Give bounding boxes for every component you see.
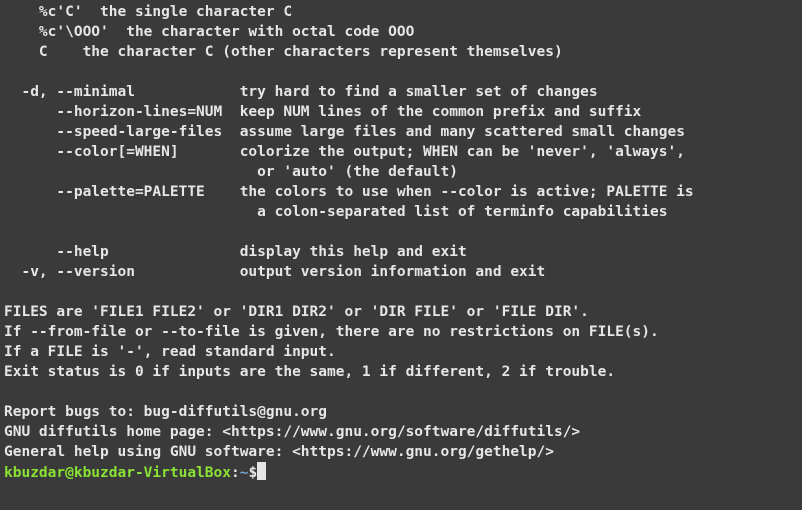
shell-prompt[interactable]: kbuzdar@kbuzdar-VirtualBox:~$ [4,465,266,481]
terminal-output: %c'C' the single character C %c'\OOO' th… [4,4,694,460]
prompt-user-host: kbuzdar@kbuzdar-VirtualBox [4,465,231,481]
prompt-colon: : [231,465,240,481]
cursor [257,462,266,480]
prompt-dollar: $ [248,465,257,481]
